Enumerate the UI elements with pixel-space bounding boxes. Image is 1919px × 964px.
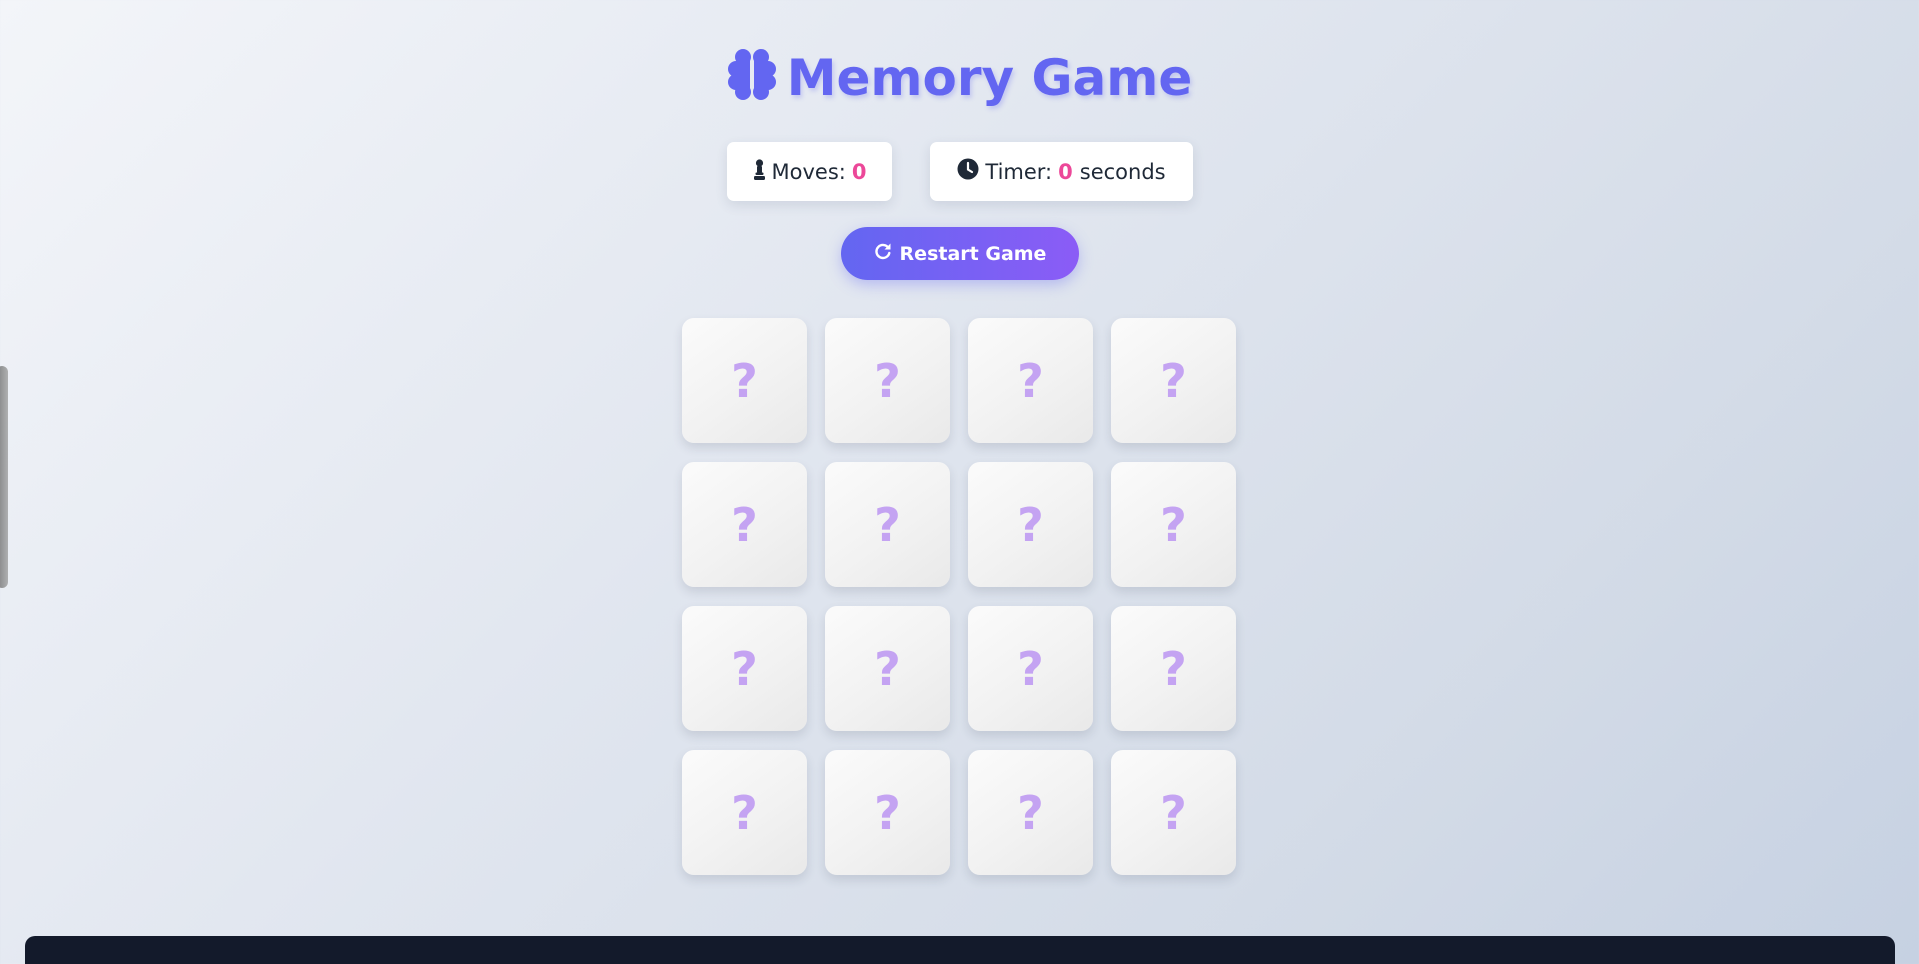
- timer-value: 0: [1058, 159, 1073, 184]
- card[interactable]: ?: [825, 606, 950, 731]
- chess-pawn-icon: [753, 158, 766, 185]
- timer-display: Timer: 0 seconds: [930, 142, 1193, 201]
- card[interactable]: ?: [968, 318, 1093, 443]
- card[interactable]: ?: [968, 750, 1093, 875]
- card[interactable]: ?: [1111, 606, 1236, 731]
- card[interactable]: ?: [682, 462, 807, 587]
- card-grid: ? ? ? ? ? ? ? ? ? ? ? ? ? ? ? ?: [682, 318, 1236, 875]
- page-title-text: Memory Game: [786, 49, 1193, 107]
- card[interactable]: ?: [825, 750, 950, 875]
- card[interactable]: ?: [825, 462, 950, 587]
- card[interactable]: ?: [1111, 318, 1236, 443]
- restart-button-label: Restart Game: [899, 242, 1047, 265]
- redo-icon: [874, 242, 892, 265]
- card[interactable]: ?: [682, 750, 807, 875]
- card[interactable]: ?: [682, 318, 807, 443]
- footer-bar: [25, 936, 1895, 964]
- clock-icon: [957, 158, 979, 185]
- moves-label: Moves:: [771, 159, 846, 184]
- timer-unit: seconds: [1079, 159, 1166, 184]
- page-title: Memory Game: [0, 46, 1919, 116]
- side-drawer-handle[interactable]: [0, 366, 8, 588]
- card[interactable]: ?: [1111, 462, 1236, 587]
- restart-button[interactable]: Restart Game: [841, 227, 1079, 280]
- card[interactable]: ?: [682, 606, 807, 731]
- card[interactable]: ?: [825, 318, 950, 443]
- card[interactable]: ?: [968, 462, 1093, 587]
- moves-value: 0: [851, 159, 867, 184]
- moves-counter: Moves: 0: [727, 142, 892, 201]
- card[interactable]: ?: [1111, 750, 1236, 875]
- card[interactable]: ?: [968, 606, 1093, 731]
- timer-label: Timer:: [985, 159, 1053, 184]
- brain-icon: [727, 47, 777, 116]
